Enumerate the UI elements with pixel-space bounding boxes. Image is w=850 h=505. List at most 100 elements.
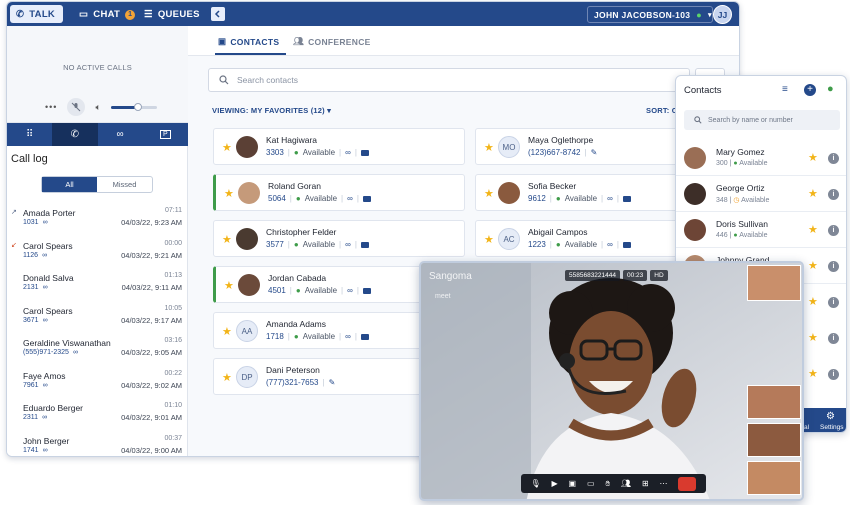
favorite-star-icon[interactable]: ★ bbox=[224, 279, 234, 292]
user-avatar[interactable]: JJ bbox=[713, 5, 732, 24]
favorite-star-icon[interactable]: ★ bbox=[808, 367, 818, 380]
voicemail-icon[interactable]: ∞ bbox=[43, 284, 48, 291]
end-call-button[interactable] bbox=[678, 476, 697, 491]
sort-control[interactable]: SORT: C bbox=[646, 106, 677, 115]
contacts-panel-item[interactable]: George Ortiz 348 | ◷ Available ★ i bbox=[676, 176, 846, 212]
voicemail-icon[interactable]: ∞ bbox=[347, 286, 353, 295]
contacts-panel-item[interactable]: Mary Gomez 300 | ● Available ★ i bbox=[676, 140, 846, 176]
contact-card[interactable]: ★ Roland Goran 5064 | ● Available | ∞ | bbox=[213, 174, 465, 211]
voicemail-icon[interactable]: ∞ bbox=[43, 382, 48, 389]
edit-icon[interactable]: ✎ bbox=[591, 148, 598, 157]
gear-icon[interactable]: ⚙ bbox=[826, 411, 835, 422]
favorite-star-icon[interactable]: ★ bbox=[484, 187, 494, 200]
message-icon[interactable] bbox=[360, 241, 369, 248]
edit-icon[interactable]: ✎ bbox=[329, 378, 336, 387]
message-icon[interactable] bbox=[360, 333, 369, 340]
call-log-row[interactable]: Faye Amos 00:22 7961 ∞ 04/03/22, 9:02 AM bbox=[7, 366, 188, 399]
filter-all[interactable]: All bbox=[42, 177, 97, 192]
raise-hand-icon[interactable]: ✋︎ bbox=[605, 479, 610, 489]
message-icon[interactable] bbox=[362, 195, 371, 202]
message-icon[interactable] bbox=[362, 287, 371, 294]
dialpad-button[interactable]: ⠿ bbox=[7, 123, 52, 146]
favorite-star-icon[interactable]: ★ bbox=[222, 325, 232, 338]
message-icon[interactable] bbox=[622, 241, 631, 248]
add-contact-icon[interactable]: + bbox=[804, 84, 816, 96]
grid-view-icon[interactable]: ⊞ bbox=[642, 479, 649, 488]
info-icon[interactable]: i bbox=[828, 189, 839, 200]
screen-share-icon[interactable]: ▣ bbox=[569, 479, 577, 488]
favorite-star-icon[interactable]: ★ bbox=[224, 187, 234, 200]
favorite-star-icon[interactable]: ★ bbox=[808, 259, 818, 272]
user-menu[interactable]: JOHN JACOBSON-103 ● ▾ bbox=[587, 6, 713, 23]
voicemail-icon[interactable]: ∞ bbox=[43, 317, 48, 324]
favorite-star-icon[interactable]: ★ bbox=[484, 233, 494, 246]
info-icon[interactable]: i bbox=[828, 225, 839, 236]
nav-talk[interactable]: ✆ TALK bbox=[10, 5, 64, 23]
favorite-star-icon[interactable]: ★ bbox=[808, 187, 818, 200]
voicemail-icon[interactable]: ∞ bbox=[42, 252, 47, 259]
call-log-row[interactable]: ↗ Amada Porter 07:11 1031 ∞ 04/03/22, 9:23 AM bbox=[7, 203, 188, 236]
voicemail-icon[interactable]: ∞ bbox=[347, 194, 353, 203]
participant-thumbnail[interactable] bbox=[747, 385, 801, 419]
viewing-filter[interactable]: VIEWING: MY FAVORITES (12) ▾ bbox=[212, 106, 331, 115]
favorite-star-icon[interactable]: ★ bbox=[222, 141, 232, 154]
nav-queues[interactable]: ☰ QUEUES bbox=[144, 6, 200, 23]
participant-thumbnail[interactable] bbox=[747, 423, 801, 457]
info-icon[interactable]: i bbox=[828, 297, 839, 308]
voicemail-icon[interactable]: ∞ bbox=[345, 240, 351, 249]
settings-label[interactable]: Settings bbox=[820, 424, 844, 431]
favorite-star-icon[interactable]: ★ bbox=[808, 295, 818, 308]
info-icon[interactable]: i bbox=[828, 153, 839, 164]
voicemail-icon[interactable]: ∞ bbox=[345, 332, 351, 341]
chat-icon[interactable]: ▭ bbox=[587, 479, 595, 488]
voicemail-icon[interactable]: ∞ bbox=[345, 148, 351, 157]
filter-icon[interactable]: ≡ bbox=[782, 84, 788, 95]
more-icon[interactable]: ⋯ bbox=[660, 479, 668, 488]
voicemail-icon[interactable]: ∞ bbox=[607, 240, 613, 249]
collapse-sidebar-button[interactable] bbox=[211, 7, 225, 21]
dialpad-more-icon[interactable]: ••• bbox=[45, 102, 57, 112]
participant-thumbnail[interactable] bbox=[747, 265, 801, 301]
contact-card[interactable]: ★ Christopher Felder 3577 | ● Available | ∞ | bbox=[213, 220, 465, 257]
message-icon[interactable] bbox=[622, 195, 631, 202]
park-button[interactable]: P bbox=[143, 123, 188, 146]
call-log-row[interactable]: Donald Salva 01:13 2131 ∞ 04/03/22, 9:11 AM bbox=[7, 268, 188, 301]
call-log-row[interactable]: ↙ Carol Spears 00:00 1126 ∞ 04/03/22, 9:21 AM bbox=[7, 236, 188, 269]
voicemail-icon[interactable]: ∞ bbox=[42, 414, 47, 421]
contacts-panel-item[interactable]: Doris Sullivan 446 | ● Available ★ i bbox=[676, 212, 846, 248]
search-input[interactable]: Search contacts bbox=[237, 75, 298, 85]
participants-icon[interactable]: 👥︎ bbox=[621, 479, 631, 488]
tab-conference[interactable]: 👥︎ CONFERENCE bbox=[293, 36, 371, 47]
contact-search[interactable]: Search contacts bbox=[208, 68, 690, 92]
favorite-star-icon[interactable]: ★ bbox=[484, 141, 494, 154]
contact-card[interactable]: ★ Kat Hagiwara 3303 | ● Available | ∞ | bbox=[213, 128, 465, 165]
message-icon[interactable] bbox=[360, 149, 369, 156]
volume-knob[interactable] bbox=[134, 102, 143, 111]
voicemail-icon[interactable]: ∞ bbox=[43, 447, 48, 454]
voicemail-icon[interactable]: ∞ bbox=[43, 219, 48, 226]
info-icon[interactable]: i bbox=[828, 333, 839, 344]
nav-chat[interactable]: ▭ CHAT 1 bbox=[79, 6, 136, 23]
call-log-row[interactable]: John Berger 00:37 1741 ∞ 04/03/22, 9:00 AM bbox=[7, 431, 188, 457]
call-log-row[interactable]: Eduardo Berger 01:10 2311 ∞ 04/03/22, 9:01 A… bbox=[7, 398, 188, 431]
call-log-row[interactable]: Carol Spears 10:05 3671 ∞ 04/03/22, 9:17 AM bbox=[7, 301, 188, 334]
voicemail-button[interactable]: ∞ bbox=[98, 123, 143, 146]
call-history-button[interactable]: ✆ bbox=[52, 123, 98, 146]
mic-icon[interactable]: 🎙︎ bbox=[530, 479, 540, 488]
favorite-star-icon[interactable]: ★ bbox=[222, 371, 232, 384]
camera-icon[interactable]: ▶ bbox=[551, 479, 557, 488]
call-log-row[interactable]: Geraldine Viswanathan 03:16 (555)971-2325 ∞… bbox=[7, 333, 188, 366]
filter-missed[interactable]: Missed bbox=[97, 177, 152, 192]
info-icon[interactable]: i bbox=[828, 369, 839, 380]
mute-button[interactable] bbox=[67, 98, 86, 116]
voicemail-icon[interactable]: ∞ bbox=[607, 194, 613, 203]
contacts-panel-search[interactable]: Search by name or number bbox=[684, 110, 840, 130]
favorite-star-icon[interactable]: ★ bbox=[808, 331, 818, 344]
contacts-search-input[interactable]: Search by name or number bbox=[708, 117, 793, 124]
favorite-star-icon[interactable]: ★ bbox=[808, 151, 818, 164]
voicemail-icon[interactable]: ∞ bbox=[73, 349, 78, 356]
volume-slider[interactable] bbox=[110, 102, 157, 111]
tab-contacts[interactable]: ▣ CONTACTS bbox=[218, 36, 279, 47]
info-icon[interactable]: i bbox=[828, 261, 839, 272]
participant-thumbnail[interactable] bbox=[747, 461, 801, 495]
